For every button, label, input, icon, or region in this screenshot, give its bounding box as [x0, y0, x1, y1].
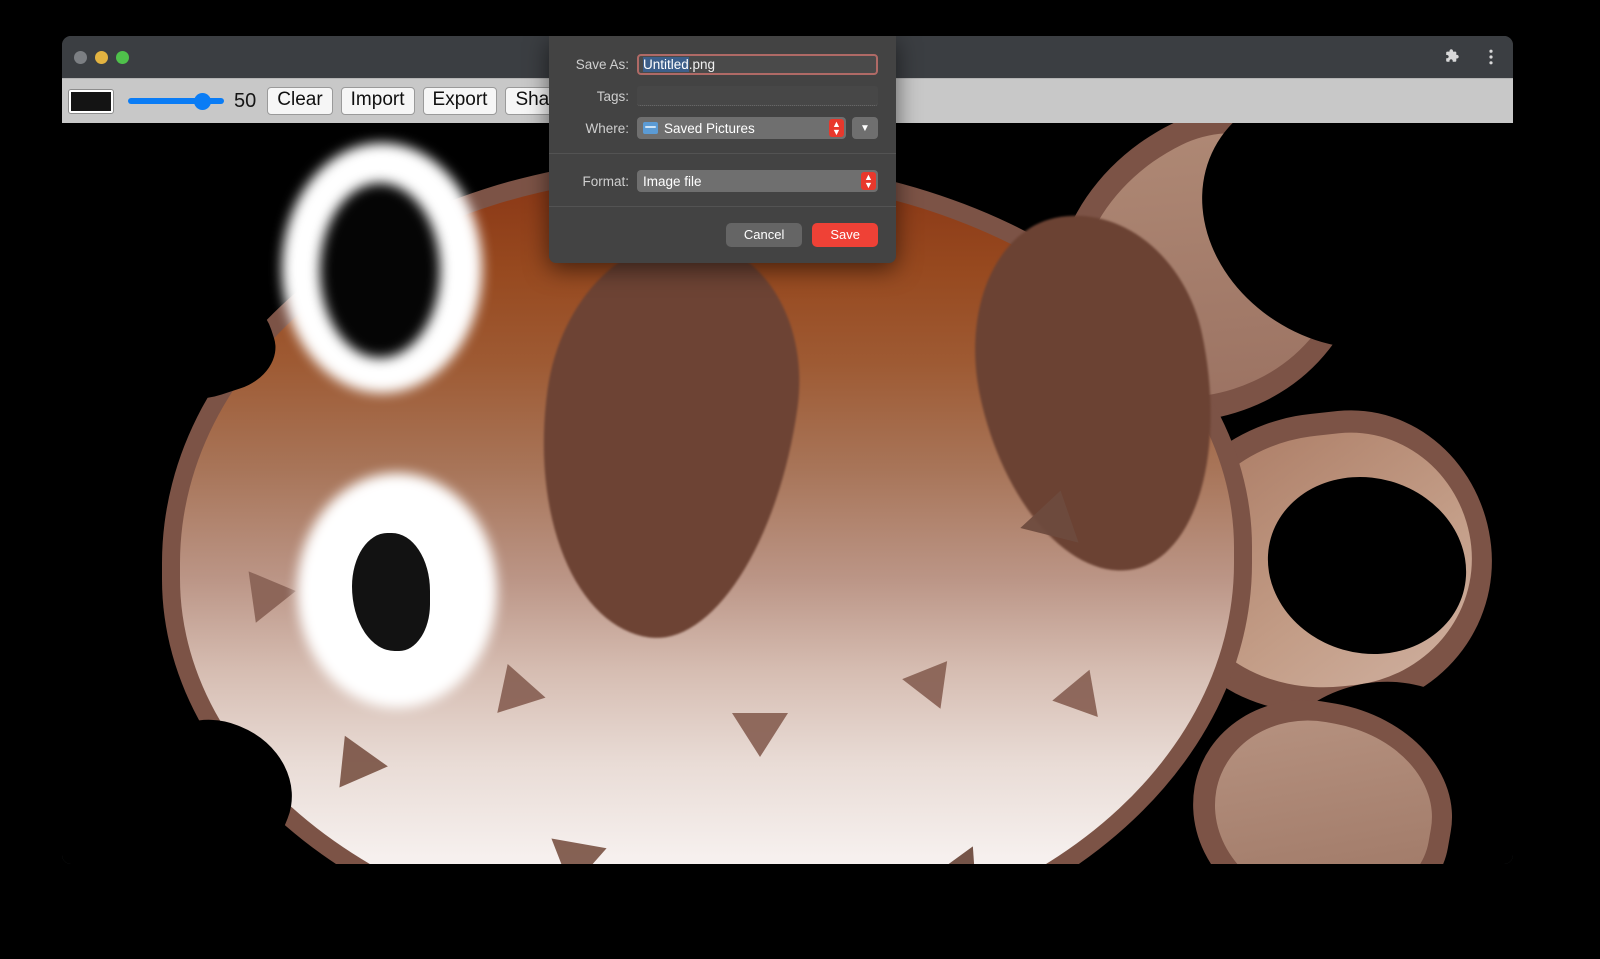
fugu-spike [1048, 670, 1098, 725]
format-row: Format: Image file ▲▼ [549, 170, 896, 192]
where-row: Where: Saved Pictures ▲▼ ▼ [549, 117, 896, 139]
tags-label: Tags: [567, 89, 629, 104]
fugu-spike [899, 655, 947, 708]
dialog-divider-top [549, 153, 896, 154]
slider-thumb[interactable] [194, 93, 211, 110]
format-dropdown[interactable]: Image file ▲▼ [637, 170, 878, 192]
save-as-label: Save As: [567, 57, 629, 72]
maximize-window-button[interactable] [116, 51, 129, 64]
dialog-actions: Cancel Save [549, 223, 896, 263]
where-label: Where: [567, 121, 629, 136]
save-button[interactable]: Save [812, 223, 878, 247]
save-file-dialog: Save As: Untitled.png Tags: Where: Saved… [549, 36, 896, 263]
dialog-divider-bottom [549, 206, 896, 207]
filename-selected-text: Untitled [643, 57, 689, 72]
fugu-spike [925, 846, 977, 864]
fugu-spike [339, 736, 390, 793]
format-label: Format: [567, 174, 629, 189]
where-expand-chevron-icon[interactable]: ▼ [852, 117, 878, 139]
filename-input[interactable]: Untitled.png [637, 54, 878, 75]
format-stepper-icon[interactable]: ▲▼ [861, 172, 876, 190]
where-value: Saved Pictures [664, 121, 755, 136]
clear-button[interactable]: Clear [267, 87, 332, 116]
color-picker-input[interactable] [68, 89, 114, 114]
fugu-eye-upper-pupil [320, 183, 440, 358]
filename-extension-text: .png [689, 57, 715, 72]
export-button[interactable]: Export [423, 87, 498, 116]
desktop-backdrop: Fugu Greetings [0, 0, 1600, 959]
traffic-light-group [74, 51, 129, 64]
fugu-spike [249, 565, 300, 623]
format-value: Image file [643, 174, 702, 189]
minimize-window-button[interactable] [95, 51, 108, 64]
cancel-button[interactable]: Cancel [726, 223, 802, 247]
close-window-button[interactable] [74, 51, 87, 64]
folder-icon [643, 122, 658, 134]
where-stepper-icon[interactable]: ▲▼ [829, 119, 844, 137]
tags-row: Tags: [549, 86, 896, 106]
save-as-row: Save As: Untitled.png [549, 54, 896, 75]
import-button[interactable]: Import [341, 87, 415, 116]
more-menu-icon[interactable] [1481, 47, 1501, 67]
tags-input[interactable] [637, 86, 878, 106]
titlebar-actions [1443, 36, 1501, 78]
brush-size-value: 50 [234, 90, 256, 113]
fugu-spike [732, 713, 788, 757]
where-dropdown[interactable]: Saved Pictures ▲▼ [637, 117, 846, 139]
brush-size-slider[interactable] [128, 90, 224, 112]
extensions-icon[interactable] [1443, 47, 1463, 67]
